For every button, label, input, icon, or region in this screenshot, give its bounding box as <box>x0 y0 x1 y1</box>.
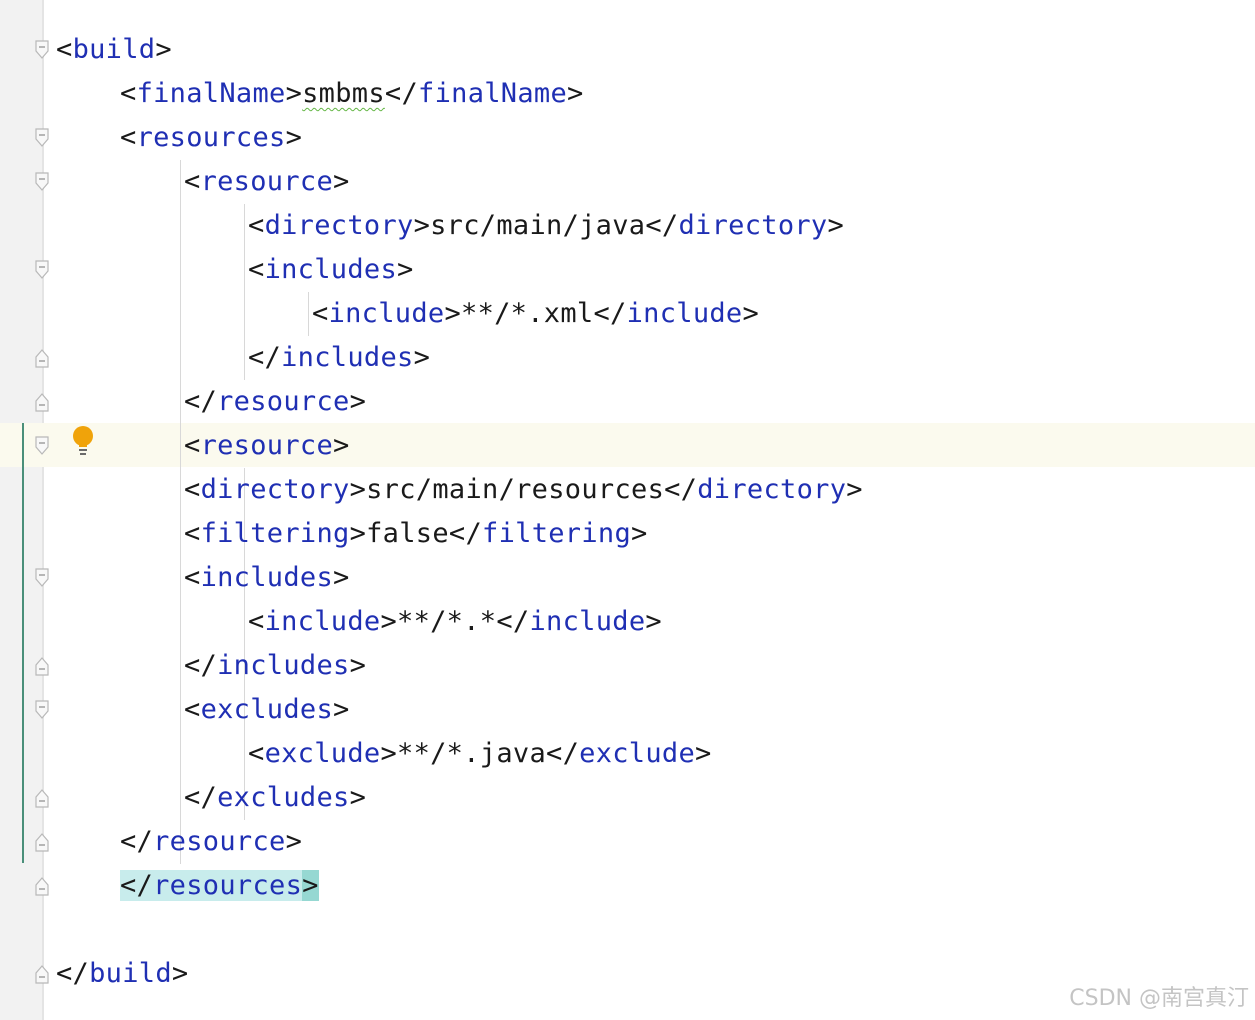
code-line[interactable]: </resource> <box>120 820 302 864</box>
close-tag: </resources> <box>120 870 319 901</box>
code-line[interactable]: <includes> <box>184 556 350 600</box>
tag-name: resources <box>153 870 303 901</box>
fold-collapse-icon[interactable] <box>34 699 50 721</box>
tag-name: resource <box>200 430 334 461</box>
tag-name: includes <box>264 254 398 285</box>
code-line[interactable]: <includes> <box>248 248 414 292</box>
close-tag: </resource> <box>120 826 303 857</box>
code-line[interactable]: </excludes> <box>184 776 366 820</box>
tag-name: include <box>328 298 445 329</box>
code-line[interactable]: <build> <box>56 28 172 72</box>
element-value: **/*.* <box>397 606 497 637</box>
code-line[interactable]: <resource> <box>184 160 350 204</box>
element-value: src/main/java <box>430 210 646 241</box>
element-value: false <box>366 518 449 549</box>
tag-name: include <box>264 606 381 637</box>
tag-name: includes <box>281 342 414 373</box>
close-tag: </build> <box>56 958 189 989</box>
vcs-change-marker[interactable] <box>22 423 24 863</box>
fold-collapse-icon[interactable] <box>34 171 50 193</box>
tag-name: build <box>72 34 156 65</box>
fold-collapse-icon[interactable] <box>34 39 50 61</box>
fold-collapse-icon[interactable] <box>34 567 50 589</box>
editor-gutter <box>0 0 42 1020</box>
fold-end-icon[interactable] <box>34 347 50 369</box>
indent-guide <box>308 292 309 336</box>
tag-name: build <box>89 958 172 989</box>
tag-name: exclude <box>264 738 381 769</box>
open-tag: <excludes> <box>184 694 350 725</box>
indent-guide <box>244 204 245 380</box>
tag-name: directory <box>697 474 847 505</box>
element-value: src/main/resources <box>366 474 665 505</box>
code-line[interactable]: <include>**/*.*</include> <box>248 600 662 644</box>
open-tag: <includes> <box>248 254 414 285</box>
code-line[interactable]: </resource> <box>184 380 366 424</box>
fold-end-icon[interactable] <box>34 831 50 853</box>
tag-name: include <box>529 606 646 637</box>
tag-name: includes <box>217 650 350 681</box>
open-tag: <includes> <box>184 562 350 593</box>
tag-name: excludes <box>217 782 350 813</box>
element-value: **/*.java <box>397 738 547 769</box>
code-line[interactable]: <exclude>**/*.java</exclude> <box>248 732 712 776</box>
code-line[interactable]: <directory>src/main/java</directory> <box>248 204 844 248</box>
tag-name: includes <box>200 562 334 593</box>
code-line[interactable]: <resource> <box>184 424 350 468</box>
watermark: CSDN @南宫真汀 <box>1069 986 1249 1011</box>
open-tag: <build> <box>56 34 172 65</box>
tag-name: include <box>626 298 743 329</box>
code-line[interactable]: <include>**/*.xml</include> <box>312 292 759 336</box>
code-line[interactable]: <filtering>false</filtering> <box>184 512 648 556</box>
fold-end-icon[interactable] <box>34 391 50 413</box>
open-tag: <resource> <box>184 430 350 461</box>
fold-collapse-icon[interactable] <box>34 127 50 149</box>
code-line[interactable]: </includes> <box>248 336 430 380</box>
fold-collapse-icon[interactable] <box>34 435 50 457</box>
tag-name: directory <box>678 210 828 241</box>
tag-name: resource <box>200 166 334 197</box>
code-line[interactable]: </resources> <box>120 864 319 908</box>
close-tag: </resource> <box>184 386 367 417</box>
fold-end-icon[interactable] <box>34 787 50 809</box>
code-line[interactable]: <resources> <box>120 116 302 160</box>
element-value: smbms <box>302 78 385 109</box>
close-tag: </excludes> <box>184 782 367 813</box>
tag-name: finalName <box>418 78 568 109</box>
tag-name: directory <box>264 210 414 241</box>
code-line[interactable]: </build> <box>56 952 188 996</box>
element-value: **/*.xml <box>461 298 594 329</box>
tag-name: resource <box>217 386 350 417</box>
fold-end-icon[interactable] <box>34 963 50 985</box>
tag-name: filtering <box>200 518 350 549</box>
tag-name: exclude <box>579 738 696 769</box>
indent-guide <box>180 160 181 864</box>
fold-end-icon[interactable] <box>34 655 50 677</box>
open-tag: <resources> <box>120 122 303 153</box>
close-tag: </includes> <box>248 342 431 373</box>
code-line[interactable]: </includes> <box>184 644 366 688</box>
tag-name: finalName <box>136 78 286 109</box>
tag-name: excludes <box>200 694 334 725</box>
tag-name: resources <box>136 122 286 153</box>
fold-end-icon[interactable] <box>34 875 50 897</box>
code-line[interactable]: <finalName>smbms</finalName> <box>120 72 584 116</box>
open-tag: <resource> <box>184 166 350 197</box>
code-line[interactable]: <excludes> <box>184 688 350 732</box>
tag-name: resource <box>153 826 286 857</box>
tag-name: directory <box>200 474 350 505</box>
close-tag: </includes> <box>184 650 367 681</box>
code-line[interactable]: <directory>src/main/resources</directory… <box>184 468 863 512</box>
tag-name: filtering <box>482 518 632 549</box>
lightbulb-icon[interactable] <box>70 424 96 458</box>
fold-collapse-icon[interactable] <box>34 259 50 281</box>
gutter-separator <box>42 0 44 1020</box>
